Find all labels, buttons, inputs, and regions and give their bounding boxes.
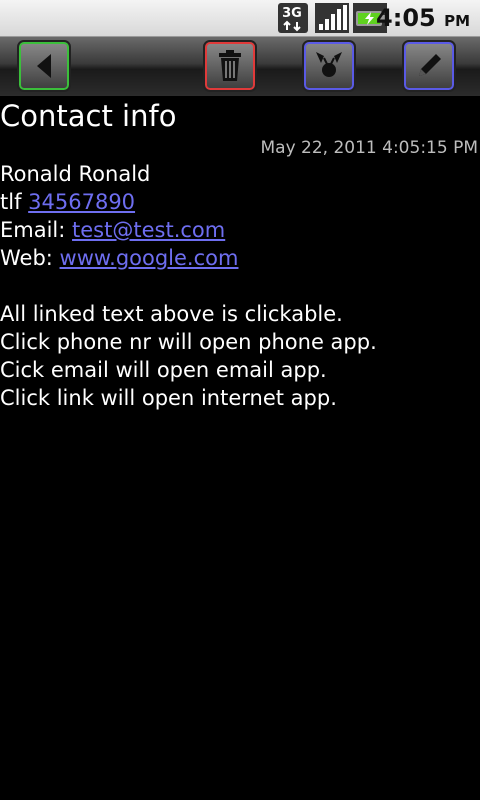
share-contact-icon — [316, 52, 342, 77]
clock-ampm: PM — [444, 12, 470, 30]
pencil-icon — [419, 54, 441, 76]
clock-time: 4:05 — [376, 4, 436, 32]
web-label: Web: — [0, 246, 53, 270]
status-bar: 3G 4:05 PM — [0, 0, 480, 37]
note-line: All linked text above is clickable. — [0, 302, 343, 326]
action-toolbar — [0, 37, 480, 96]
page-title: Contact info — [0, 99, 177, 133]
phone-row: tlf 34567890 — [0, 188, 480, 216]
trash-icon — [219, 50, 241, 81]
edit-button[interactable] — [402, 40, 456, 92]
email-label: Email: — [0, 218, 66, 242]
share-contact-button[interactable] — [302, 40, 356, 92]
web-link[interactable]: www.google.com — [60, 246, 239, 270]
back-arrow-icon — [37, 54, 51, 78]
clock: 4:05 PM — [376, 2, 470, 37]
phone-link[interactable]: 34567890 — [28, 190, 135, 214]
network-type-label: 3G — [282, 6, 302, 21]
note-line: Click phone nr will open phone app. — [0, 330, 377, 354]
contact-detail: Contact info May 22, 2011 4:05:15 PM Ron… — [0, 96, 480, 412]
email-row: Email: test@test.com — [0, 216, 480, 244]
phone-label: tlf — [0, 190, 22, 214]
email-link[interactable]: test@test.com — [72, 218, 225, 242]
contact-timestamp: May 22, 2011 4:05:15 PM — [260, 138, 478, 158]
back-button[interactable] — [17, 40, 71, 92]
note-line: Click link will open internet app. — [0, 386, 337, 410]
web-row: Web: www.google.com — [0, 244, 480, 272]
signal-strength-icon — [315, 2, 349, 38]
3g-data-icon: 3G — [277, 2, 309, 38]
delete-button[interactable] — [203, 40, 257, 92]
note-line: Cick email will open email app. — [0, 358, 327, 382]
contact-name: Ronald Ronald — [0, 162, 151, 186]
